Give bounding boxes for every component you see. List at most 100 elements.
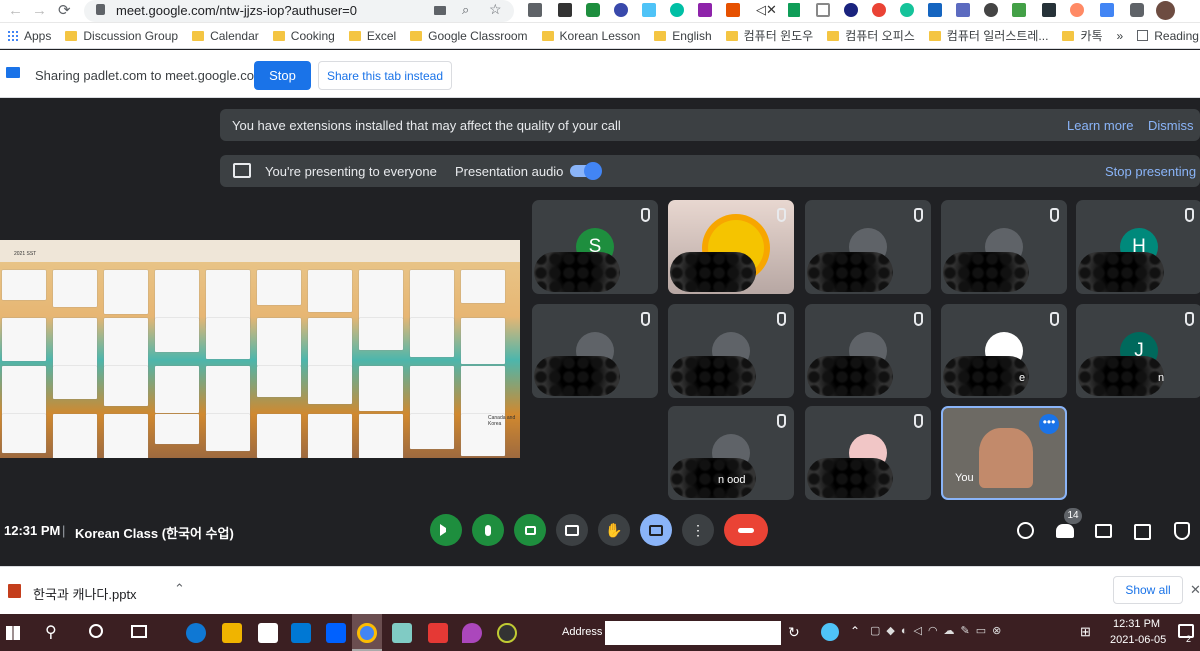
profile-avatar[interactable]: [1156, 1, 1175, 20]
chat-icon[interactable]: [1095, 524, 1112, 538]
url-text[interactable]: meet.google.com/ntw-jjzs-iop?authuser=0: [116, 3, 357, 18]
extension-icon[interactable]: [670, 3, 684, 17]
participant-tile[interactable]: [805, 200, 931, 294]
bookmark-item[interactable]: Google Classroom: [403, 23, 534, 48]
extension-icon[interactable]: [956, 3, 970, 17]
bookmark-item[interactable]: 컴퓨터 일러스트레...: [922, 23, 1056, 48]
app-icon[interactable]: [497, 623, 517, 643]
drop-app-icon[interactable]: [462, 623, 482, 643]
edge-icon[interactable]: [186, 623, 206, 643]
address-go-icon[interactable]: ↻: [788, 624, 800, 641]
address-toolbar-input[interactable]: [605, 621, 781, 645]
bookmark-item[interactable]: English: [647, 23, 718, 48]
participant-tile[interactable]: S: [532, 200, 658, 294]
bookmark-item[interactable]: 카톡: [1055, 23, 1109, 48]
translate-icon[interactable]: [1100, 3, 1114, 17]
participant-tile[interactable]: [668, 200, 794, 294]
chevron-up-icon[interactable]: ⌃: [174, 581, 185, 597]
chevron-up-icon[interactable]: ⌃: [850, 624, 860, 638]
participant-tile[interactable]: [805, 304, 931, 398]
extension-icon[interactable]: [928, 3, 942, 17]
participant-tile[interactable]: n ood: [668, 406, 794, 500]
self-video-tile[interactable]: ••• You: [941, 406, 1067, 500]
participant-tile[interactable]: H: [1076, 200, 1200, 294]
taskbar-time[interactable]: 12:31 PM: [1113, 618, 1160, 630]
extension-icon[interactable]: [528, 3, 542, 17]
bookmarks-more-button[interactable]: »: [1110, 23, 1131, 48]
participant-tile[interactable]: e: [941, 304, 1067, 398]
eyedropper-icon[interactable]: [1042, 3, 1056, 17]
extension-icon[interactable]: [642, 3, 656, 17]
more-options-button[interactable]: ⋮: [682, 514, 714, 546]
extension-icon[interactable]: [816, 3, 830, 17]
leave-call-button[interactable]: [724, 514, 768, 546]
bookmark-item[interactable]: Calendar: [185, 23, 266, 48]
dropbox-icon[interactable]: [326, 623, 346, 643]
lock-icon[interactable]: [96, 4, 105, 15]
address-bar[interactable]: meet.google.com/ntw-jjzs-iop?authuser=0 …: [84, 0, 514, 22]
bookmark-item[interactable]: Korean Lesson: [535, 23, 648, 48]
extension-icon[interactable]: [558, 3, 572, 17]
people-icon[interactable]: [1056, 524, 1074, 538]
share-this-tab-button[interactable]: Share this tab instead: [318, 61, 452, 90]
chrome-icon[interactable]: [357, 623, 377, 643]
mic-button[interactable]: [472, 514, 504, 546]
mail-icon[interactable]: [291, 623, 311, 643]
extensions-puzzle-icon[interactable]: [1130, 3, 1144, 17]
bookmark-item[interactable]: 컴퓨터 오피스: [820, 23, 922, 48]
more-options-icon[interactable]: •••: [1039, 414, 1059, 434]
participant-tile[interactable]: Jn: [1076, 304, 1200, 398]
present-button[interactable]: [640, 514, 672, 546]
participant-tile[interactable]: [941, 200, 1067, 294]
bookmark-item[interactable]: Cooking: [266, 23, 342, 48]
stop-sharing-button[interactable]: Stop: [254, 61, 311, 90]
grammarly-icon[interactable]: [900, 3, 914, 17]
back-icon[interactable]: ←: [8, 2, 23, 19]
camera-button[interactable]: [514, 514, 546, 546]
show-all-button[interactable]: Show all: [1113, 576, 1183, 604]
info-icon[interactable]: [1017, 522, 1034, 539]
extension-icon[interactable]: [872, 3, 886, 17]
task-view-icon[interactable]: [131, 625, 147, 638]
star-icon[interactable]: ☆: [489, 1, 502, 18]
reading-list-button[interactable]: Reading list: [1130, 23, 1200, 48]
extension-icon[interactable]: [1012, 3, 1026, 17]
extension-icon[interactable]: [698, 3, 712, 17]
bookmark-item[interactable]: 컴퓨터 윈도우: [719, 23, 821, 48]
raise-hand-button[interactable]: ✋: [598, 514, 630, 546]
bookmark-item[interactable]: Discussion Group: [58, 23, 185, 48]
windows-start-icon[interactable]: [6, 626, 20, 640]
file-explorer-icon[interactable]: [222, 623, 242, 643]
taskbar-date[interactable]: 2021-06-05: [1110, 634, 1166, 646]
bookmark-apps[interactable]: Apps: [0, 23, 58, 48]
search-icon[interactable]: ⚲: [45, 622, 57, 642]
store-icon[interactable]: [258, 623, 278, 643]
paint-app-icon[interactable]: [428, 623, 448, 643]
reload-icon[interactable]: ⟳: [58, 1, 71, 19]
tray-icons[interactable]: ▢◆◐◁◠☁✎▭⊗: [870, 624, 1007, 637]
notebook-icon[interactable]: [392, 623, 412, 643]
extension-icon[interactable]: [984, 3, 998, 17]
sheets-icon[interactable]: [788, 3, 800, 17]
language-indicator[interactable]: ⊞: [1080, 624, 1091, 640]
captions-button[interactable]: [556, 514, 588, 546]
host-controls-icon[interactable]: [1174, 522, 1190, 540]
extension-icon[interactable]: [586, 3, 600, 17]
cortana-icon[interactable]: [89, 624, 103, 638]
bookmark-item[interactable]: Excel: [342, 23, 403, 48]
extension-icon[interactable]: [614, 3, 628, 17]
participant-tile[interactable]: [532, 304, 658, 398]
help-icon[interactable]: [821, 623, 839, 641]
extension-icon[interactable]: [726, 3, 740, 17]
extension-icon[interactable]: [844, 3, 858, 17]
extension-icon[interactable]: [1070, 3, 1084, 17]
mute-tab-icon[interactable]: ◁✕: [756, 2, 777, 18]
close-icon[interactable]: ✕: [1190, 582, 1200, 598]
activities-icon[interactable]: [1134, 524, 1151, 540]
forward-icon[interactable]: →: [32, 2, 47, 19]
speaker-button[interactable]: [430, 514, 462, 546]
participant-tile[interactable]: [805, 406, 931, 500]
camera-icon[interactable]: [434, 6, 446, 15]
download-filename[interactable]: 한국과 캐나다.pptx: [33, 584, 137, 603]
participant-tile[interactable]: [668, 304, 794, 398]
